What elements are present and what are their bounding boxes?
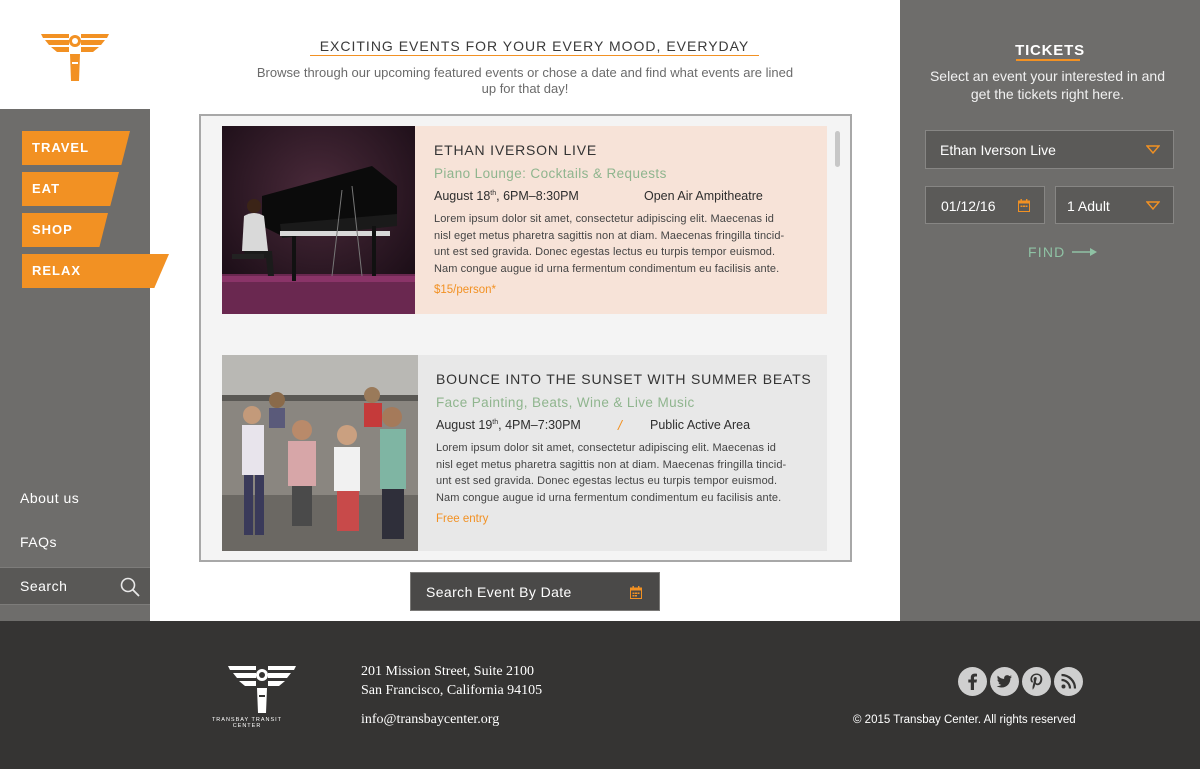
footer-logo-text: TRANSBAY TRANSIT CENTER: [211, 717, 283, 729]
event-description: Lorem ipsum dolor sit amet, consectetur …: [434, 211, 812, 277]
tickets-subtitle-line1: Select an event your interested in and: [929, 68, 1166, 84]
event-description-line: Lorem ipsum dolor sit amet, consectetur …: [436, 442, 777, 454]
chevron-down-icon: [1146, 201, 1160, 210]
event-description-line: unt est sed gravida. Donec egestas lectu…: [436, 475, 778, 487]
event-card[interactable]: BOUNCE INTO THE SUNSET WITH SUMMER BEATS…: [222, 355, 827, 551]
search-icon[interactable]: [120, 577, 140, 597]
nav-shop-button[interactable]: SHOP: [22, 213, 108, 247]
events-scrollbar[interactable]: [835, 131, 840, 167]
event-description-line: Nam congue augue id urna fermentum condi…: [436, 491, 782, 504]
event-date-day: August 18: [434, 189, 491, 203]
pinterest-icon[interactable]: [1022, 667, 1051, 696]
page-subtitle-line1: Browse through our upcoming featured eve…: [256, 65, 794, 80]
nav-eat-button[interactable]: EAT: [22, 172, 119, 206]
transbay-logo-icon[interactable]: [41, 28, 109, 82]
logo-area: [0, 0, 150, 109]
tickets-title-underline: [1016, 59, 1080, 61]
party-size-value: 1 Adult: [1067, 198, 1110, 214]
nav-relax-button[interactable]: RELAX: [22, 254, 169, 288]
event-price: Free entry: [436, 513, 489, 525]
event-description-line: Lorem ipsum dolor sit amet, consectetur …: [434, 213, 775, 225]
tickets-subtitle-line2: get the tickets right here.: [970, 86, 1125, 102]
page-subtitle: Browse through our upcoming featured eve…: [220, 65, 830, 97]
event-title[interactable]: BOUNCE INTO THE SUNSET WITH SUMMER BEATS: [436, 371, 814, 387]
event-subtitle: Piano Lounge: Cocktails & Requests: [434, 166, 667, 181]
event-description-line: nisl eget metus pharetra sagittis non at…: [436, 458, 787, 471]
footer-email-link[interactable]: info@transbaycenter.org: [361, 712, 499, 728]
find-label: FIND: [1028, 244, 1066, 260]
event-description: Lorem ipsum dolor sit amet, consectetur …: [436, 440, 814, 506]
event-meta: August 18th, 6PM–8:30PM Open Air Ampithe…: [434, 189, 812, 209]
event-select[interactable]: Ethan Iverson Live: [925, 130, 1174, 169]
event-date: August 18th, 6PM–8:30PM: [434, 189, 579, 203]
chevron-down-icon: [1146, 145, 1160, 154]
date-input[interactable]: 01/12/16: [925, 186, 1045, 224]
event-location: Open Air Ampitheatre: [644, 189, 763, 203]
event-card[interactable]: ETHAN IVERSON LIVE Piano Lounge: Cocktai…: [222, 126, 827, 314]
find-button[interactable]: FIND: [1028, 244, 1097, 260]
copyright-text: © 2015 Transbay Center. All rights reser…: [853, 714, 1076, 726]
event-details: ETHAN IVERSON LIVE Piano Lounge: Cocktai…: [434, 142, 812, 296]
calendar-icon[interactable]: [1018, 199, 1030, 212]
event-subtitle: Face Painting, Beats, Wine & Live Music: [436, 395, 695, 410]
nav-travel-button[interactable]: TRAVEL: [22, 131, 130, 165]
sidebar-search-input[interactable]: Search: [0, 567, 150, 605]
event-date-day: August 19: [436, 418, 493, 432]
calendar-icon: [630, 586, 642, 599]
meta-separator: /: [618, 417, 622, 433]
faqs-link[interactable]: FAQs: [20, 534, 57, 550]
event-title[interactable]: ETHAN IVERSON LIVE: [434, 142, 812, 158]
footer: [0, 621, 1200, 769]
search-event-by-date-label: Search Event By Date: [426, 584, 572, 600]
event-details: BOUNCE INTO THE SUNSET WITH SUMMER BEATS…: [436, 371, 814, 525]
tickets-title: TICKETS: [1015, 42, 1085, 59]
about-us-link[interactable]: About us: [20, 490, 79, 506]
rss-icon[interactable]: [1054, 667, 1083, 696]
facebook-icon[interactable]: [958, 667, 987, 696]
twitter-icon[interactable]: [990, 667, 1019, 696]
left-sidebar: [0, 0, 150, 621]
event-date: August 19th, 4PM–7:30PM: [436, 418, 581, 432]
footer-address-line2: San Francisco, California 94105: [361, 683, 543, 698]
event-description-line: Nam congue augue id urna fermentum condi…: [434, 262, 780, 275]
event-description-line: unt est sed gravida. Donec egestas lectu…: [434, 246, 776, 258]
footer-address-line1: 201 Mission Street, Suite 2100: [361, 664, 535, 679]
event-select-value: Ethan Iverson Live: [940, 142, 1056, 158]
sidebar-search-label: Search: [20, 578, 68, 594]
event-image-dancing: [222, 355, 418, 551]
tickets-subtitle: Select an event your interested in and g…: [915, 67, 1180, 103]
page-title: EXCITING EVENTS FOR YOUR EVERY MOOD, EVE…: [310, 38, 759, 56]
event-image-piano: [222, 126, 415, 314]
transbay-logo-icon[interactable]: [213, 663, 311, 715]
event-date-time: , 6PM–8:30PM: [496, 189, 579, 203]
page-subtitle-line2: up for that day!: [481, 81, 569, 96]
event-description-line: nisl eget metus pharetra sagittis non at…: [434, 229, 785, 242]
event-meta: August 19th, 4PM–7:30PM / Public Active …: [436, 417, 814, 438]
date-input-value: 01/12/16: [941, 198, 996, 214]
search-event-by-date-button[interactable]: Search Event By Date: [410, 572, 660, 611]
arrow-right-icon: [1072, 248, 1097, 256]
event-price: $15/person*: [434, 284, 497, 296]
event-location: Public Active Area: [650, 418, 751, 432]
event-date-time: , 4PM–7:30PM: [498, 418, 581, 432]
party-size-select[interactable]: 1 Adult: [1055, 186, 1174, 224]
